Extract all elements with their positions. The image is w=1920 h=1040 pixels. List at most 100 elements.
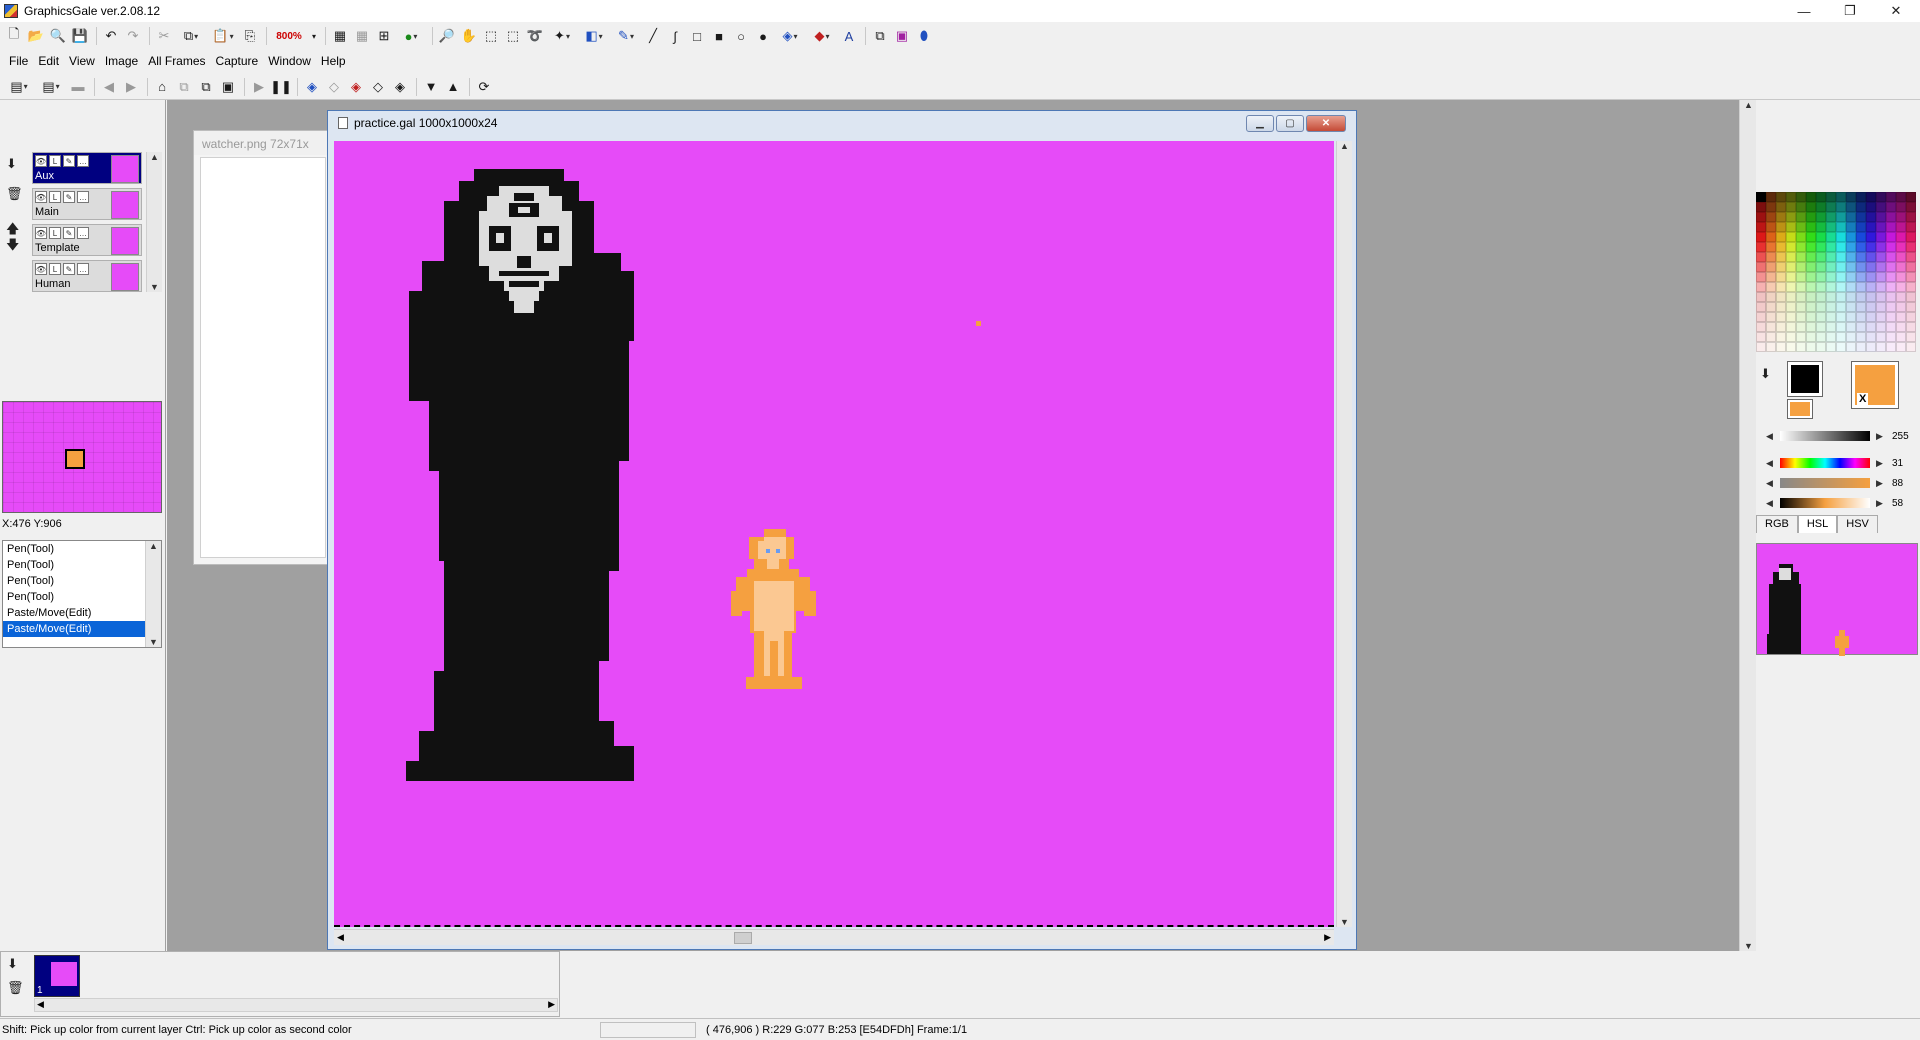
layer-icon[interactable]: ◇ (324, 77, 344, 97)
palette-swatch[interactable] (1816, 342, 1826, 352)
palette-swatch[interactable] (1766, 272, 1776, 282)
palette-swatch[interactable] (1846, 262, 1856, 272)
palette-swatch[interactable] (1806, 322, 1816, 332)
layer-transform-icon[interactable]: ⟳ (474, 77, 494, 97)
palette-swatch[interactable] (1826, 242, 1836, 252)
drawing-canvas[interactable] (334, 141, 1334, 927)
palette-swatch[interactable] (1786, 192, 1796, 202)
palette-swatch[interactable] (1886, 232, 1896, 242)
visibility-icon[interactable]: 👁 (35, 263, 47, 275)
palette-swatch[interactable] (1906, 192, 1916, 202)
palette-swatch[interactable] (1756, 222, 1766, 232)
palette-swatch[interactable] (1896, 312, 1906, 322)
menu-view[interactable]: View (64, 54, 100, 68)
palette-swatch[interactable] (1826, 282, 1836, 292)
move-down-icon[interactable]: ▼ (421, 77, 441, 97)
palette-swatch[interactable] (1886, 212, 1896, 222)
palette-swatch[interactable] (1816, 292, 1826, 302)
palette-swatch[interactable] (1846, 242, 1856, 252)
palette-swatch[interactable] (1836, 292, 1846, 302)
palette-swatch[interactable] (1776, 212, 1786, 222)
palette-swatch[interactable] (1886, 222, 1896, 232)
palette-swatch[interactable] (1796, 192, 1806, 202)
delete-layer-icon[interactable]: ◈ (346, 77, 366, 97)
palette-swatch[interactable] (1796, 322, 1806, 332)
palette-swatch[interactable] (1816, 332, 1826, 342)
palette-swatch[interactable] (1846, 252, 1856, 262)
doc-close-icon[interactable]: ✕ (1306, 115, 1346, 132)
palette-swatch[interactable] (1856, 202, 1866, 212)
pin-icon[interactable]: ⬇ (7, 956, 18, 972)
palette-swatch[interactable] (1806, 212, 1816, 222)
palette-swatch[interactable] (1756, 322, 1766, 332)
palette-swatch[interactable] (1886, 322, 1896, 332)
palette-swatch[interactable] (1856, 332, 1866, 342)
palette-swatch[interactable] (1766, 232, 1776, 242)
palette-swatch[interactable] (1876, 312, 1886, 322)
palette-swatch[interactable] (1846, 322, 1856, 332)
filled-rectangle-icon[interactable]: ■ (709, 26, 729, 46)
palette-swatch[interactable] (1906, 342, 1916, 352)
lightness-slider[interactable] (1780, 431, 1870, 441)
palette-swatch[interactable] (1786, 302, 1796, 312)
palette-swatch[interactable] (1806, 232, 1816, 242)
palette-swatch[interactable] (1816, 232, 1826, 242)
palette-swatch[interactable] (1776, 282, 1786, 292)
hue-slider[interactable] (1780, 458, 1870, 468)
palette-swatch[interactable] (1866, 322, 1876, 332)
palette-swatch[interactable] (1866, 252, 1876, 262)
palette-swatch[interactable] (1786, 332, 1796, 342)
palette-swatch[interactable] (1866, 192, 1876, 202)
palette-swatch[interactable] (1876, 282, 1886, 292)
palette-swatch[interactable] (1896, 242, 1906, 252)
palette-swatch[interactable] (1896, 192, 1906, 202)
palette-swatch[interactable] (1856, 322, 1866, 332)
visibility-icon[interactable]: 👁 (35, 191, 47, 203)
palette-swatch[interactable] (1766, 292, 1776, 302)
palette-swatch[interactable] (1896, 342, 1906, 352)
palette-swatch[interactable] (1796, 272, 1806, 282)
palette-swatch[interactable] (1776, 262, 1786, 272)
palette-swatch[interactable] (1776, 192, 1786, 202)
palette-swatch[interactable] (1766, 262, 1776, 272)
palette-swatch[interactable] (1786, 232, 1796, 242)
palette-swatch[interactable] (1756, 192, 1766, 202)
palette-swatch[interactable] (1786, 262, 1796, 272)
palette-swatch[interactable] (1806, 192, 1816, 202)
palette-swatch[interactable] (1866, 292, 1876, 302)
palette-swatch[interactable] (1776, 322, 1786, 332)
next-frame-icon[interactable]: ▶ (121, 77, 141, 97)
lasso-icon[interactable]: ➰ (525, 26, 545, 46)
merge-layer-icon[interactable]: ◇ (368, 77, 388, 97)
palette-swatch[interactable] (1906, 272, 1916, 282)
fill-bucket-icon[interactable]: ◈ (775, 26, 805, 46)
palette-swatch[interactable] (1816, 242, 1826, 252)
palette-swatch[interactable] (1806, 332, 1816, 342)
menu-image[interactable]: Image (100, 54, 143, 68)
palette-swatch[interactable] (1856, 242, 1866, 252)
palette-swatch[interactable] (1796, 212, 1806, 222)
grid-icon[interactable]: ▦ (330, 26, 350, 46)
history-item-selected[interactable]: Paste/Move(Edit) (3, 621, 145, 637)
layer-row-template[interactable]: 👁 L ✎… Template (32, 224, 142, 256)
luminance-slider[interactable] (1780, 498, 1870, 508)
palette-swatch[interactable] (1816, 262, 1826, 272)
palette-swatch[interactable] (1876, 332, 1886, 342)
palette-swatch[interactable] (1856, 312, 1866, 322)
navigator-view[interactable] (2, 401, 162, 513)
tile-icon[interactable]: ⊞ (374, 26, 394, 46)
palette-swatch[interactable] (1866, 342, 1876, 352)
doc-minimize-icon[interactable]: ▁ (1246, 115, 1274, 132)
scroll-thumb[interactable] (734, 932, 752, 944)
palette-swatch[interactable] (1906, 222, 1916, 232)
palette-swatch[interactable] (1756, 252, 1766, 262)
pause-icon[interactable]: ❚❚ (270, 77, 292, 97)
palette-swatch[interactable] (1796, 262, 1806, 272)
palette-swatch[interactable] (1776, 232, 1786, 242)
palette-swatch[interactable] (1866, 272, 1876, 282)
palette-swatch[interactable] (1906, 212, 1916, 222)
palette-swatch[interactable] (1796, 312, 1806, 322)
palette-swatch[interactable] (1836, 282, 1846, 292)
palette-swatch[interactable] (1786, 212, 1796, 222)
palette-swatch[interactable] (1886, 192, 1896, 202)
